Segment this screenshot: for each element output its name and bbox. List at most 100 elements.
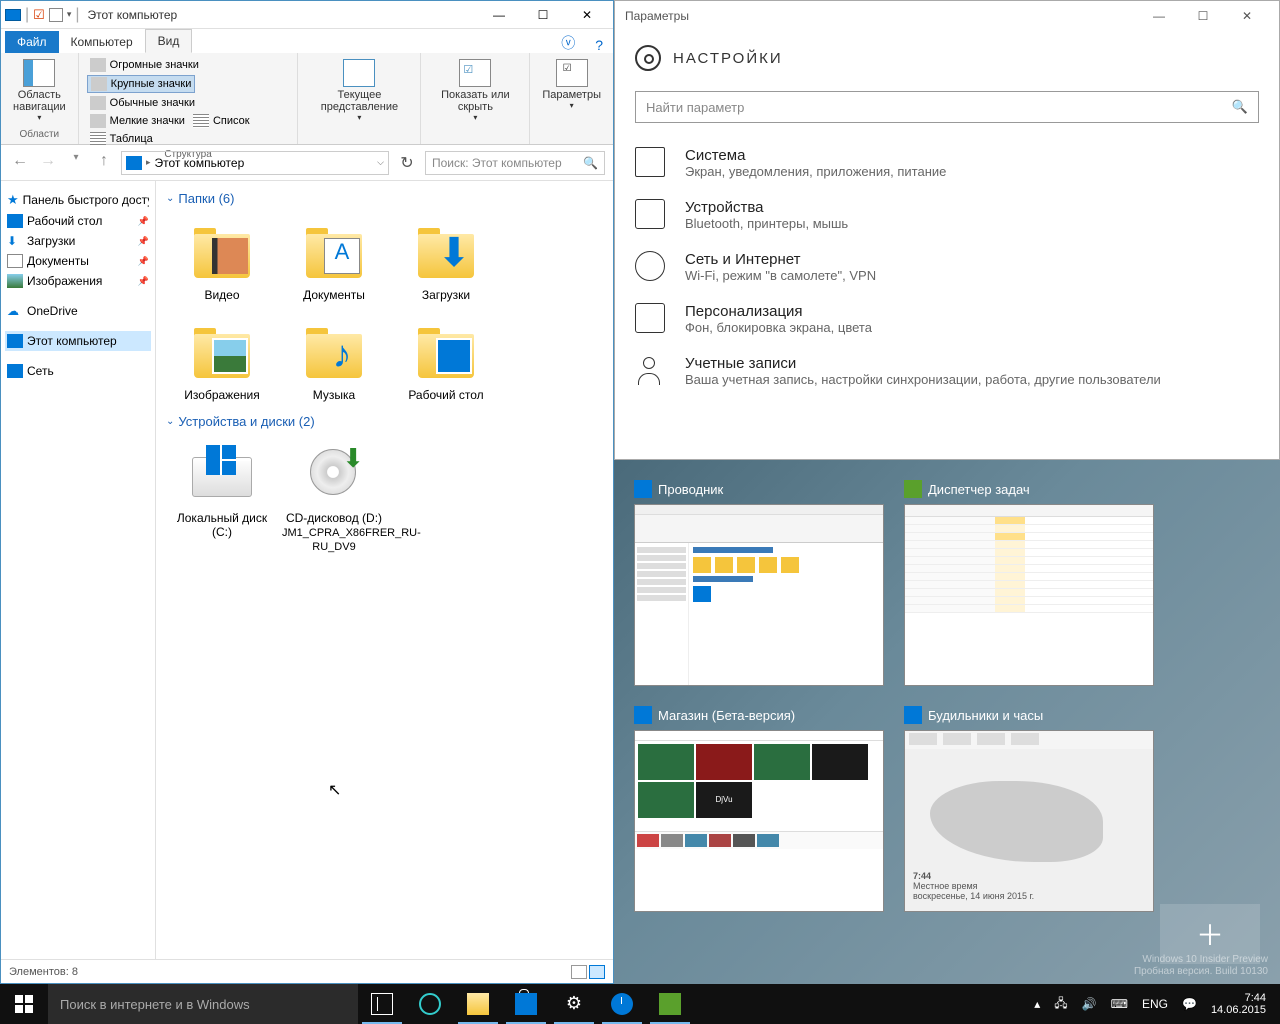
maximize-button[interactable]: ☐ — [1181, 2, 1225, 30]
close-button[interactable]: ✕ — [1225, 2, 1269, 30]
settings-title: НАСТРОЙКИ — [673, 50, 783, 67]
small-icons-button[interactable]: Мелкие значки — [87, 113, 188, 129]
taskmanager-icon — [904, 480, 922, 498]
this-pc-icon — [126, 156, 142, 170]
settings-list: СистемаЭкран, уведомления, приложения, п… — [615, 137, 1279, 397]
edge-icon — [419, 993, 441, 1015]
settings-item-devices[interactable]: УстройстваBluetooth, принтеры, мышь — [635, 189, 1259, 241]
start-button[interactable] — [0, 984, 48, 1024]
nav-network[interactable]: Сеть — [5, 361, 151, 381]
show-hide-icon: ☑ — [459, 59, 491, 87]
details-view-button[interactable] — [571, 965, 587, 979]
folder-video[interactable]: Видео — [166, 210, 278, 310]
settings-item-personalization[interactable]: ПерсонализацияФон, блокировка экрана, цв… — [635, 293, 1259, 345]
task-view-button[interactable] — [358, 984, 406, 1024]
ribbon-collapse-icon[interactable]: ⓥ — [551, 33, 585, 53]
taskbar-search-input[interactable]: Поиск в интернете и в Windows — [48, 984, 358, 1024]
devices-group-header[interactable]: ⌄Устройства и диски (2) — [166, 410, 603, 433]
address-text[interactable]: Этот компьютер — [155, 156, 245, 170]
keyboard-icon[interactable]: ⌨ — [1111, 997, 1128, 1011]
tab-file[interactable]: Файл — [5, 31, 59, 53]
thumb-store[interactable]: Магазин (Бета-версия) DjVu — [634, 706, 884, 912]
settings-window: Параметры — ☐ ✕ НАСТРОЙКИ Найти параметр… — [614, 0, 1280, 460]
forward-button[interactable]: → — [37, 152, 59, 174]
taskbar-alarms[interactable] — [598, 984, 646, 1024]
tray-expand-icon[interactable]: ▴ — [1034, 997, 1040, 1011]
thumb-explorer[interactable]: Проводник — [634, 480, 884, 686]
drive-cd[interactable]: ⬇CD-дисковод (D:)JM1_CPRA_X86FRER_RU-RU_… — [278, 433, 390, 561]
desktop-icon — [436, 338, 472, 374]
nav-pictures[interactable]: Изображения📌 — [5, 271, 151, 291]
large-icons-button[interactable]: Крупные значки — [87, 75, 196, 93]
maximize-button[interactable]: ☐ — [521, 1, 565, 29]
show-hide-button[interactable]: ☑ Показать или скрыть ▾ — [429, 57, 521, 124]
current-view-icon — [343, 59, 375, 87]
taskbar-settings[interactable]: ⚙ — [550, 984, 598, 1024]
taskbar-taskmanager[interactable] — [646, 984, 694, 1024]
network-icon[interactable]: 🖧 — [1054, 994, 1067, 1015]
nav-onedrive[interactable]: ☁OneDrive — [5, 301, 151, 321]
settings-item-accounts[interactable]: Учетные записиВаша учетная запись, настр… — [635, 345, 1259, 397]
close-button[interactable]: ✕ — [565, 1, 609, 29]
thumb-alarms[interactable]: Будильники и часы 7:44Местное времявоскр… — [904, 706, 1154, 912]
search-input[interactable]: Поиск: Этот компьютер 🔍 — [425, 151, 605, 175]
thumb-taskmanager[interactable]: Диспетчер задач — [904, 480, 1154, 686]
folder-pictures[interactable]: Изображения — [166, 310, 278, 410]
tab-view[interactable]: Вид — [145, 29, 193, 53]
nav-desktop[interactable]: Рабочий стол📌 — [5, 211, 151, 231]
checkbox-icon[interactable]: ☑ — [33, 7, 45, 23]
nav-this-pc[interactable]: Этот компьютер — [5, 331, 151, 351]
folder-documents[interactable]: AДокументы — [278, 210, 390, 310]
qat-dropdown-icon[interactable]: ▾ — [67, 9, 72, 20]
icons-view-button[interactable] — [589, 965, 605, 979]
minimize-button[interactable]: — — [1137, 2, 1181, 30]
settings-item-system[interactable]: СистемаЭкран, уведомления, приложения, п… — [635, 137, 1259, 189]
nav-pane-icon — [23, 59, 55, 87]
documents-icon — [7, 254, 23, 268]
huge-icons-button[interactable]: Огромные значки — [87, 57, 202, 73]
recent-dropdown[interactable]: ▾ — [65, 152, 87, 174]
quick-access-header[interactable]: ★Панель быстрого доступа — [5, 189, 151, 211]
refresh-button[interactable]: ↻ — [395, 153, 419, 173]
windows-logo-icon — [206, 445, 236, 475]
medium-icons-button[interactable]: Обычные значки — [87, 95, 198, 111]
nav-documents[interactable]: Документы📌 — [5, 251, 151, 271]
help-icon[interactable]: ? — [585, 37, 613, 53]
list-button[interactable]: Список — [190, 113, 253, 129]
folder-downloads[interactable]: ⬇Загрузки — [390, 210, 502, 310]
gear-icon: ⚙ — [563, 993, 585, 1015]
back-button[interactable]: ← — [9, 152, 31, 174]
action-center-icon[interactable]: 💬 — [1182, 997, 1197, 1011]
store-icon — [634, 706, 652, 724]
minimize-button[interactable]: — — [477, 1, 521, 29]
taskbar-edge[interactable] — [406, 984, 454, 1024]
breadcrumb-arrow[interactable]: ▸ — [146, 157, 151, 168]
address-dropdown-icon[interactable]: ⌵ — [377, 157, 384, 168]
settings-item-network[interactable]: Сеть и ИнтернетWi-Fi, режим "в самолете"… — [635, 241, 1259, 293]
options-button[interactable]: ☑ Параметры ▾ — [538, 57, 605, 112]
volume-icon[interactable]: 🔊 — [1082, 997, 1097, 1011]
settings-search-input[interactable]: Найти параметр 🔍 — [635, 91, 1259, 123]
taskbar-clock[interactable]: 7:44 14.06.2015 — [1211, 992, 1272, 1016]
music-icon: ♪ — [324, 338, 360, 374]
up-button[interactable]: ↑ — [93, 152, 115, 174]
navigation-pane-button[interactable]: Область навигации ▾ — [9, 57, 70, 124]
drive-local[interactable]: Локальный диск (C:) — [166, 433, 278, 561]
accounts-icon — [635, 355, 665, 385]
folders-group-header[interactable]: ⌄Папки (6) — [166, 187, 603, 210]
folder-desktop[interactable]: Рабочий стол — [390, 310, 502, 410]
video-icon — [212, 238, 248, 274]
current-view-button[interactable]: Текущее представление ▾ — [306, 57, 412, 124]
tab-computer[interactable]: Компьютер — [59, 31, 145, 53]
personalization-icon — [635, 303, 665, 333]
chevron-down-icon: ⌄ — [166, 416, 174, 427]
nav-downloads[interactable]: ⬇Загрузки📌 — [5, 231, 151, 251]
folder-music[interactable]: ♪Музыка — [278, 310, 390, 410]
address-bar[interactable]: ▸ Этот компьютер ⌵ — [121, 151, 389, 175]
dropdown-icon: ▾ — [357, 113, 361, 122]
language-indicator[interactable]: ENG — [1142, 997, 1168, 1011]
properties-icon[interactable] — [49, 8, 63, 22]
search-icon: 🔍 — [583, 156, 598, 170]
taskbar-store[interactable] — [502, 984, 550, 1024]
taskbar-explorer[interactable] — [454, 984, 502, 1024]
